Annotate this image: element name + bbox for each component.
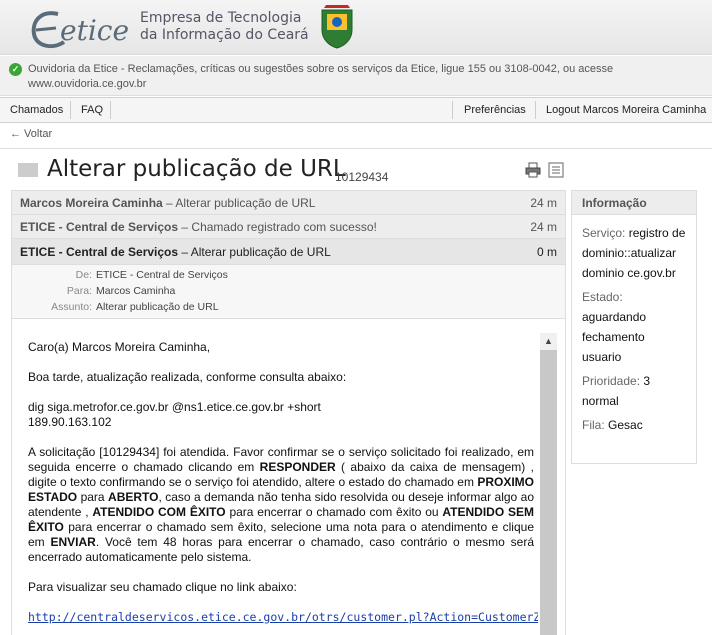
- scroll-up-icon[interactable]: ▲: [540, 333, 557, 350]
- ticket-link[interactable]: http://centraldeservicos.etice.ce.gov.br…: [28, 610, 538, 625]
- message-subject: – Chamado registrado com sucesso!: [178, 220, 377, 234]
- company-line-1: Empresa de Tecnologia: [140, 10, 302, 26]
- message-from: Marcos Moreira Caminha: [20, 196, 163, 210]
- company-line-2: da Informação do Ceará: [140, 27, 309, 43]
- assunto-label: Assunto:: [51, 301, 92, 313]
- instructions-text: para: [77, 490, 109, 504]
- keyword-responder: RESPONDER: [259, 460, 336, 474]
- para-value: Marcos Caminha: [96, 285, 176, 297]
- nav-separator: [535, 101, 536, 119]
- nav-chamados[interactable]: Chamados: [10, 98, 63, 122]
- state-emblem-icon: [318, 4, 356, 50]
- company-name: Empresa de Tecnologia da Informação do C…: [140, 10, 309, 44]
- message-meta: De: ETICE - Central de Serviços Para: Ma…: [12, 265, 565, 319]
- message-row[interactable]: Marcos Moreira Caminha – Alterar publica…: [12, 191, 565, 215]
- message-time: 0 m: [536, 245, 557, 259]
- de-label: De:: [75, 269, 92, 281]
- ip-address: 189.90.163.102: [28, 415, 112, 429]
- instructions-text: . Você tem 48 horas para encerrar o cham…: [28, 535, 534, 564]
- estado-label: Estado:: [582, 290, 623, 304]
- main-nav: Chamados FAQ Preferências Logout Marcos …: [0, 97, 712, 123]
- nav-separator: [452, 101, 453, 119]
- back-link[interactable]: ← Voltar: [10, 128, 52, 140]
- app-header: etice Empresa de Tecnologia da Informaçã…: [0, 0, 712, 55]
- prioridade-label: Prioridade:: [582, 374, 641, 388]
- ticket-title: Alterar publicação de URL: [47, 156, 346, 182]
- info-body: Serviço: registro de dominio::atualizar …: [572, 215, 696, 447]
- message-row-active[interactable]: ETICE - Central de Serviços – Alterar pu…: [12, 239, 565, 265]
- message-time: 24 m: [530, 220, 557, 234]
- greeting: Caro(a) Marcos Moreira Caminha,: [28, 340, 211, 354]
- message-from: ETICE - Central de Serviços: [20, 245, 179, 259]
- nav-separator: [70, 101, 71, 119]
- message-scrollbar[interactable]: ▲: [540, 333, 557, 635]
- printer-icon[interactable]: [525, 162, 541, 178]
- message-text: Caro(a) Marcos Moreira Caminha, Boa tard…: [28, 340, 538, 625]
- dig-result: dig siga.metrofor.ce.gov.br @ns1.etice.c…: [28, 400, 534, 430]
- notice-text: Ouvidoria da Etice - Reclamações, crític…: [28, 63, 614, 90]
- keyword-enviar: ENVIAR: [50, 535, 96, 549]
- logo-text: etice: [60, 14, 129, 47]
- document-icon[interactable]: [548, 162, 564, 178]
- info-heading: Informação: [572, 191, 696, 215]
- check-circle-icon: ✓: [9, 63, 22, 76]
- visualizar-text: Para visualizar seu chamado clique no li…: [28, 580, 297, 594]
- message-list: Marcos Moreira Caminha – Alterar publica…: [11, 190, 566, 635]
- keyword-atendido-com-exito: ATENDIDO COM ÊXITO: [92, 505, 226, 519]
- servico-label: Serviço:: [582, 226, 626, 240]
- nav-preferencias[interactable]: Preferências: [464, 98, 526, 122]
- message-subject: – Alterar publicação de URL: [162, 196, 316, 210]
- nav-separator: [110, 101, 111, 119]
- de-value: ETICE - Central de Serviços: [96, 269, 228, 281]
- estado-value: aguardando fechamento usuario: [582, 310, 647, 364]
- message-subject: – Alterar publicação de URL: [178, 245, 331, 259]
- dig-command: dig siga.metrofor.ce.gov.br @ns1.etice.c…: [28, 400, 321, 414]
- message-body[interactable]: Caro(a) Marcos Moreira Caminha, Boa tard…: [12, 320, 565, 635]
- nav-logout[interactable]: Logout Marcos Moreira Caminha: [546, 98, 706, 122]
- info-estado: Estado: aguardando fechamento usuario: [582, 287, 686, 367]
- ticket-state-indicator: [18, 163, 38, 177]
- nav-faq[interactable]: FAQ: [81, 98, 103, 122]
- fila-value: Gesac: [608, 418, 643, 432]
- body-line: Boa tarde, atualização realizada, confor…: [28, 370, 347, 384]
- assunto-value: Alterar publicação de URL: [96, 301, 219, 313]
- info-fila: Fila: Gesac: [582, 415, 686, 435]
- fila-label: Fila:: [582, 418, 605, 432]
- info-servico: Serviço: registro de dominio::atualizar …: [582, 223, 686, 283]
- info-prioridade: Prioridade: 3 normal: [582, 371, 686, 411]
- keyword-aberto: ABERTO: [108, 490, 159, 504]
- instructions: A solicitação [10129434] foi atendida. F…: [28, 445, 534, 565]
- info-panel: Informação Serviço: registro de dominio:…: [571, 190, 697, 464]
- divider: [0, 148, 712, 149]
- etice-logo[interactable]: etice: [30, 6, 134, 50]
- ouvidoria-notice: ✓ Ouvidoria da Etice - Reclamações, crít…: [0, 56, 712, 96]
- para-label: Para:: [66, 285, 92, 297]
- message-time: 24 m: [530, 196, 557, 210]
- scrollbar-thumb[interactable]: [540, 350, 557, 635]
- message-from: ETICE - Central de Serviços: [20, 220, 179, 234]
- ticket-number: 10129434: [335, 170, 389, 184]
- instructions-text: para encerrar o chamado com êxito ou: [225, 505, 443, 519]
- message-row[interactable]: ETICE - Central de Serviços – Chamado re…: [12, 215, 565, 239]
